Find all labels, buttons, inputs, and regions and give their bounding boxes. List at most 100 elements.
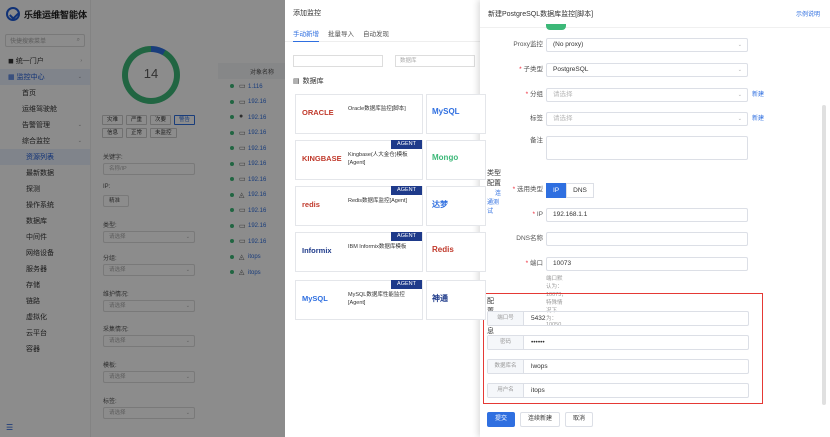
category-filter-value: 数据库 xyxy=(400,58,417,64)
form-title: 新建PostgreSQL数据库监控[脚本] xyxy=(488,10,594,18)
tag-select[interactable]: 请选择 ⌄ xyxy=(546,112,748,126)
config-field[interactable]: 用户名 itops xyxy=(487,383,749,398)
submit-button[interactable]: 提交 xyxy=(487,412,516,427)
template-name: Oracle数据库监控[脚本] xyxy=(348,106,406,112)
addr-type-dns[interactable]: DNS xyxy=(566,183,594,198)
port-label-text: 端口 xyxy=(530,260,543,267)
agent-badge: AGENT xyxy=(391,280,422,289)
config-key: 端口号 xyxy=(488,312,524,325)
remark-row: 备注 xyxy=(480,136,810,160)
group-label-text: 分组 xyxy=(530,91,543,98)
subtype-select[interactable]: PostgreSQL ⌄ xyxy=(546,63,748,77)
template-name: MySQL数据库性能监控[Agent] xyxy=(348,292,405,306)
template-logo: Informix xyxy=(302,246,332,255)
group-placeholder: 请选择 xyxy=(553,91,573,98)
template-logo: MySQL xyxy=(432,107,460,116)
form-scrollbar[interactable] xyxy=(822,105,826,405)
agent-badge: AGENT xyxy=(391,186,422,195)
remark-textarea[interactable] xyxy=(546,136,748,160)
template-logo: Mongo xyxy=(432,153,459,162)
proxy-row: Proxy监控 (No proxy) ⌄ xyxy=(480,38,810,52)
template-name: Kingbase(人大金仓)模板[Agent] xyxy=(348,152,408,166)
continue-create-button[interactable]: 连续新建 xyxy=(520,412,561,427)
tag-new-link[interactable]: 新建 xyxy=(752,112,764,126)
template-card[interactable]: Redis xyxy=(426,232,486,272)
template-logo: MySQL xyxy=(302,294,328,303)
config-value[interactable]: itops xyxy=(524,384,545,397)
proxy-value: (No proxy) xyxy=(553,41,584,48)
form-header: 新建PostgreSQL数据库监控[脚本] 示例说明 xyxy=(480,0,830,28)
ip-input[interactable]: 192.168.1.1 xyxy=(546,208,748,222)
port-label: * 端口 xyxy=(525,260,543,267)
database-section-label: 数据库 xyxy=(302,78,324,85)
dns-label: DNS名称 xyxy=(516,235,543,242)
config-key: 用户名 xyxy=(488,384,524,397)
config-field[interactable]: 端口号 5432 xyxy=(487,311,749,326)
category-filter-input[interactable]: 数据库 xyxy=(395,55,475,67)
template-search-input[interactable] xyxy=(293,55,383,67)
database-icon: ▤ xyxy=(293,78,300,85)
tab-1[interactable]: 批量导入 xyxy=(328,28,354,42)
template-logo: 达梦 xyxy=(432,200,448,209)
addr-type-label-text: 选用类型 xyxy=(517,186,543,193)
group-select[interactable]: 请选择 ⌄ xyxy=(546,88,748,102)
config-key: 密码 xyxy=(488,336,524,349)
config-key: 数据库名 xyxy=(488,360,524,373)
config-value[interactable]: •••••• xyxy=(524,336,545,349)
ip-label-text: IP xyxy=(536,211,543,218)
config-value[interactable]: lwops xyxy=(524,360,548,373)
template-name: IBM Informix数据库模板 xyxy=(348,244,407,250)
template-logo: Redis xyxy=(432,245,454,254)
subtype-row: * 子类型 PostgreSQL ⌄ xyxy=(480,63,810,77)
subtype-label: * 子类型 xyxy=(519,66,544,73)
template-card[interactable]: KINGBASE Kingbase(人大金仓)模板[Agent] AGENT xyxy=(295,140,423,180)
template-logo: redis xyxy=(302,200,320,209)
template-logo: KINGBASE xyxy=(302,154,342,163)
chevron-down-icon: ⌄ xyxy=(737,116,742,122)
database-section-title: ▤ 数据库 xyxy=(293,76,324,86)
chevron-down-icon: ⌄ xyxy=(737,42,742,48)
agent-badge: AGENT xyxy=(391,140,422,149)
help-link[interactable]: 示例说明 xyxy=(796,9,820,18)
chevron-down-icon: ⌄ xyxy=(737,92,742,98)
group-label: * 分组 xyxy=(525,91,543,98)
port-row: * 端口 10073 xyxy=(480,257,810,271)
ip-value: 192.168.1.1 xyxy=(553,211,588,218)
cancel-button[interactable]: 取消 xyxy=(565,412,594,427)
chevron-down-icon: ⌄ xyxy=(737,67,742,73)
addr-type-segment: IP DNS xyxy=(546,183,594,198)
template-card[interactable]: ORACLE Oracle数据库监控[脚本] xyxy=(295,94,423,134)
addr-type-ip[interactable]: IP xyxy=(546,183,567,198)
group-row: * 分组 请选择 ⌄ 新建 xyxy=(480,88,810,102)
template-logo: ORACLE xyxy=(302,108,334,117)
add-monitor-tabs: 手动新增 批量导入 自动发现 xyxy=(285,28,480,42)
dns-input[interactable] xyxy=(546,232,748,246)
config-value[interactable]: 5432 xyxy=(524,312,545,325)
port-value: 10073 xyxy=(553,260,572,267)
template-card[interactable]: MySQL xyxy=(426,94,486,134)
tag-label: 标签 xyxy=(530,115,543,122)
tab-2[interactable]: 自动发现 xyxy=(363,28,389,42)
template-card[interactable]: 达梦 xyxy=(426,186,486,226)
config-field[interactable]: 数据库名 lwops xyxy=(487,359,749,374)
addr-type-label: * 选用类型 xyxy=(512,186,543,193)
template-card[interactable]: Mongo xyxy=(426,140,486,180)
enable-toggle[interactable] xyxy=(546,24,566,30)
proxy-label: Proxy监控 xyxy=(513,41,543,48)
group-new-link[interactable]: 新建 xyxy=(752,88,764,102)
template-card[interactable]: redis Redis数据库监控[Agent] AGENT xyxy=(295,186,423,226)
subtype-value: PostgreSQL xyxy=(553,66,589,73)
total-count: 14 xyxy=(143,66,159,81)
template-card[interactable]: MySQL MySQL数据库性能监控[Agent] AGENT xyxy=(295,280,423,320)
template-card[interactable]: Informix IBM Informix数据库模板 AGENT xyxy=(295,232,423,272)
template-card[interactable]: 神通 xyxy=(426,280,486,320)
proxy-select[interactable]: (No proxy) ⌄ xyxy=(546,38,748,52)
dns-row: DNS名称 xyxy=(480,232,810,246)
agent-badge: AGENT xyxy=(391,232,422,241)
subtype-label-text: 子类型 xyxy=(523,66,544,73)
addr-type-row: * 选用类型 IP DNS xyxy=(480,183,810,198)
config-field[interactable]: 密码 •••••• xyxy=(487,335,749,350)
form-actions: 提交 连续新建 取消 xyxy=(487,412,594,427)
port-input[interactable]: 10073 xyxy=(546,257,748,271)
tab-0[interactable]: 手动新增 xyxy=(293,28,319,42)
